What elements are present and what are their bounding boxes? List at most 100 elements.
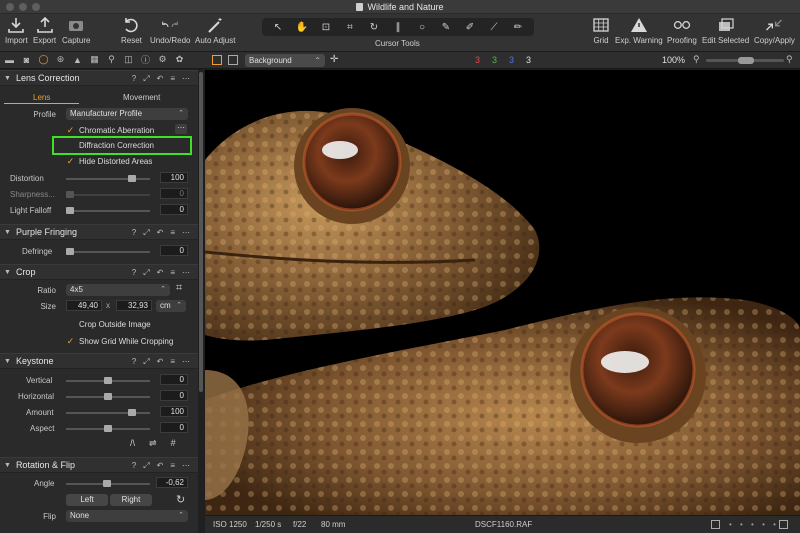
brush-tool-icon[interactable]: ✎ bbox=[436, 20, 456, 34]
help-icon[interactable]: ? bbox=[132, 74, 136, 84]
purple-fringing-header[interactable]: ▼ Purple Fringing ? ⤢ ↶ ≡ ⋯ bbox=[0, 224, 198, 240]
chromatic-aberration-checkbox[interactable]: ✓ Chromatic Aberration bbox=[66, 125, 154, 136]
angle-slider[interactable] bbox=[66, 480, 150, 487]
rotate-tool-icon[interactable]: ↻ bbox=[364, 20, 384, 34]
collapse-triangle-icon[interactable]: ▼ bbox=[4, 462, 11, 469]
capture-tab-icon[interactable]: ◙ bbox=[21, 54, 32, 65]
background-select[interactable]: Background bbox=[245, 54, 325, 67]
reset-section-icon[interactable]: ↶ bbox=[157, 357, 164, 367]
zoom-in-icon[interactable]: ⚲ bbox=[786, 54, 793, 65]
light-falloff-slider[interactable] bbox=[66, 207, 150, 214]
amount-value[interactable]: 100 bbox=[160, 406, 188, 417]
vertical-value[interactable]: 0 bbox=[160, 374, 188, 385]
horizontal-slider-knob[interactable] bbox=[104, 393, 112, 400]
distortion-slider[interactable] bbox=[66, 175, 150, 182]
rotation-flip-header[interactable]: ▼ Rotation & Flip ? ⤢ ↶ ≡ ⋯ bbox=[0, 457, 198, 473]
aspect-value[interactable]: 0 bbox=[160, 422, 188, 433]
grid-button[interactable]: Grid bbox=[591, 16, 611, 45]
auto-icon[interactable]: ⤢ bbox=[143, 74, 149, 84]
presets-icon[interactable]: ≡ bbox=[170, 268, 175, 278]
horizontal-value[interactable]: 0 bbox=[160, 390, 188, 401]
scrollbar-thumb[interactable] bbox=[199, 72, 203, 392]
picker-tool-icon[interactable]: ✏ bbox=[508, 20, 528, 34]
presets-icon[interactable]: ≡ bbox=[170, 357, 175, 367]
help-icon[interactable]: ? bbox=[132, 268, 136, 278]
aspect-slider-knob[interactable] bbox=[104, 425, 112, 432]
vertical-slider-knob[interactable] bbox=[104, 377, 112, 384]
reset-section-icon[interactable]: ↶ bbox=[157, 228, 164, 238]
defringe-slider[interactable] bbox=[66, 248, 150, 255]
angle-value[interactable]: -0,62 bbox=[156, 477, 188, 488]
crop-tool-icon[interactable]: ⌗ bbox=[176, 282, 182, 295]
frame-icon[interactable] bbox=[711, 520, 720, 529]
window-controls[interactable] bbox=[6, 3, 40, 11]
presets-icon[interactable]: ≡ bbox=[170, 228, 175, 238]
keystone-vertical-icon[interactable]: /\ bbox=[130, 438, 135, 449]
horizontal-slider[interactable] bbox=[66, 393, 150, 400]
more-icon[interactable]: ⋯ bbox=[182, 268, 190, 278]
undo-redo-button[interactable]: Undo/Redo bbox=[150, 16, 190, 45]
zoom-window-button[interactable] bbox=[32, 3, 40, 11]
capture-button[interactable]: Capture bbox=[62, 16, 90, 45]
tab-movement[interactable]: Movement bbox=[123, 93, 160, 102]
minimize-window-button[interactable] bbox=[19, 3, 27, 11]
collapse-triangle-icon[interactable]: ▼ bbox=[4, 75, 11, 82]
rotate-tool-icon[interactable]: ↻ bbox=[176, 493, 185, 506]
lens-tab-icon[interactable]: ◯ bbox=[38, 54, 49, 65]
hide-distorted-areas-checkbox[interactable]: ✓ Hide Distorted Areas bbox=[66, 156, 153, 167]
aspect-slider[interactable] bbox=[66, 425, 150, 432]
library-tab-icon[interactable]: ▬ bbox=[4, 54, 15, 65]
gradient-tool-icon[interactable]: ⟋ bbox=[484, 20, 504, 34]
keystone-header[interactable]: ▼ Keystone ? ⤢ ↶ ≡ ⋯ bbox=[0, 353, 198, 369]
angle-slider-knob[interactable] bbox=[103, 480, 111, 487]
panel-scrollbar[interactable] bbox=[198, 70, 204, 533]
zoom-magnifier-icon[interactable]: ⚲ bbox=[693, 54, 700, 65]
exposure-tab-icon[interactable]: ▲ bbox=[72, 54, 83, 65]
distortion-value[interactable]: 100 bbox=[160, 172, 188, 183]
light-falloff-slider-knob[interactable] bbox=[66, 207, 74, 214]
auto-adjust-button[interactable]: Auto Adjust bbox=[195, 16, 235, 45]
more-icon[interactable]: ⋯ bbox=[182, 74, 190, 84]
crop-header[interactable]: ▼ Crop ? ⤢ ↶ ≡ ⋯ bbox=[0, 264, 198, 280]
rotate-left-button[interactable]: Left bbox=[66, 494, 108, 506]
defringe-slider-knob[interactable] bbox=[66, 248, 74, 255]
amount-slider[interactable] bbox=[66, 409, 150, 416]
auto-icon[interactable]: ⤢ bbox=[143, 461, 149, 471]
rotate-right-button[interactable]: Right bbox=[110, 494, 152, 506]
adjustments-tab-icon[interactable]: ◫ bbox=[123, 54, 134, 65]
more-icon[interactable]: ⋯ bbox=[182, 357, 190, 367]
details-tab-icon[interactable]: ▦ bbox=[89, 54, 100, 65]
diffraction-correction-checkbox[interactable]: Diffraction Correction bbox=[66, 141, 154, 150]
rating-dots[interactable]: • • • • • bbox=[729, 520, 779, 529]
close-window-button[interactable] bbox=[6, 3, 14, 11]
metadata-tab-icon[interactable]: ⓘ bbox=[140, 54, 151, 65]
pan-hand-icon[interactable]: ✋ bbox=[292, 20, 312, 34]
amount-slider-knob[interactable] bbox=[128, 409, 136, 416]
collapse-triangle-icon[interactable]: ▼ bbox=[4, 229, 11, 236]
profile-select[interactable]: Manufacturer Profile bbox=[66, 108, 188, 120]
exp-warning-button[interactable]: Exp. Warning bbox=[615, 16, 663, 45]
keystone-full-icon[interactable]: # bbox=[171, 438, 176, 449]
vertical-slider[interactable] bbox=[66, 377, 150, 384]
collapse-triangle-icon[interactable]: ▼ bbox=[4, 269, 11, 276]
help-icon[interactable]: ? bbox=[132, 461, 136, 471]
spot-removal-icon[interactable]: ○ bbox=[412, 20, 432, 34]
batch-tab-icon[interactable]: ✿ bbox=[174, 54, 185, 65]
tab-lens[interactable]: Lens bbox=[33, 93, 50, 102]
reset-section-icon[interactable]: ↶ bbox=[157, 461, 164, 471]
unit-select[interactable]: cm bbox=[156, 300, 186, 312]
multi-view-icon[interactable] bbox=[212, 55, 222, 65]
local-adjust-tab-icon[interactable]: ⚲ bbox=[106, 54, 117, 65]
proofing-button[interactable]: Proofing bbox=[667, 16, 697, 45]
loupe-icon[interactable]: ⊡ bbox=[316, 20, 336, 34]
auto-icon[interactable]: ⤢ bbox=[143, 228, 149, 238]
more-icon[interactable]: ⋯ bbox=[182, 228, 190, 238]
reset-section-icon[interactable]: ↶ bbox=[157, 268, 164, 278]
help-icon[interactable]: ? bbox=[132, 228, 136, 238]
zoom-slider[interactable] bbox=[706, 57, 784, 64]
distortion-slider-knob[interactable] bbox=[128, 175, 136, 182]
single-view-icon[interactable] bbox=[228, 55, 238, 65]
help-icon[interactable]: ? bbox=[132, 357, 136, 367]
auto-icon[interactable]: ⤢ bbox=[143, 357, 149, 367]
select-cursor-icon[interactable]: ↖ bbox=[268, 20, 288, 34]
